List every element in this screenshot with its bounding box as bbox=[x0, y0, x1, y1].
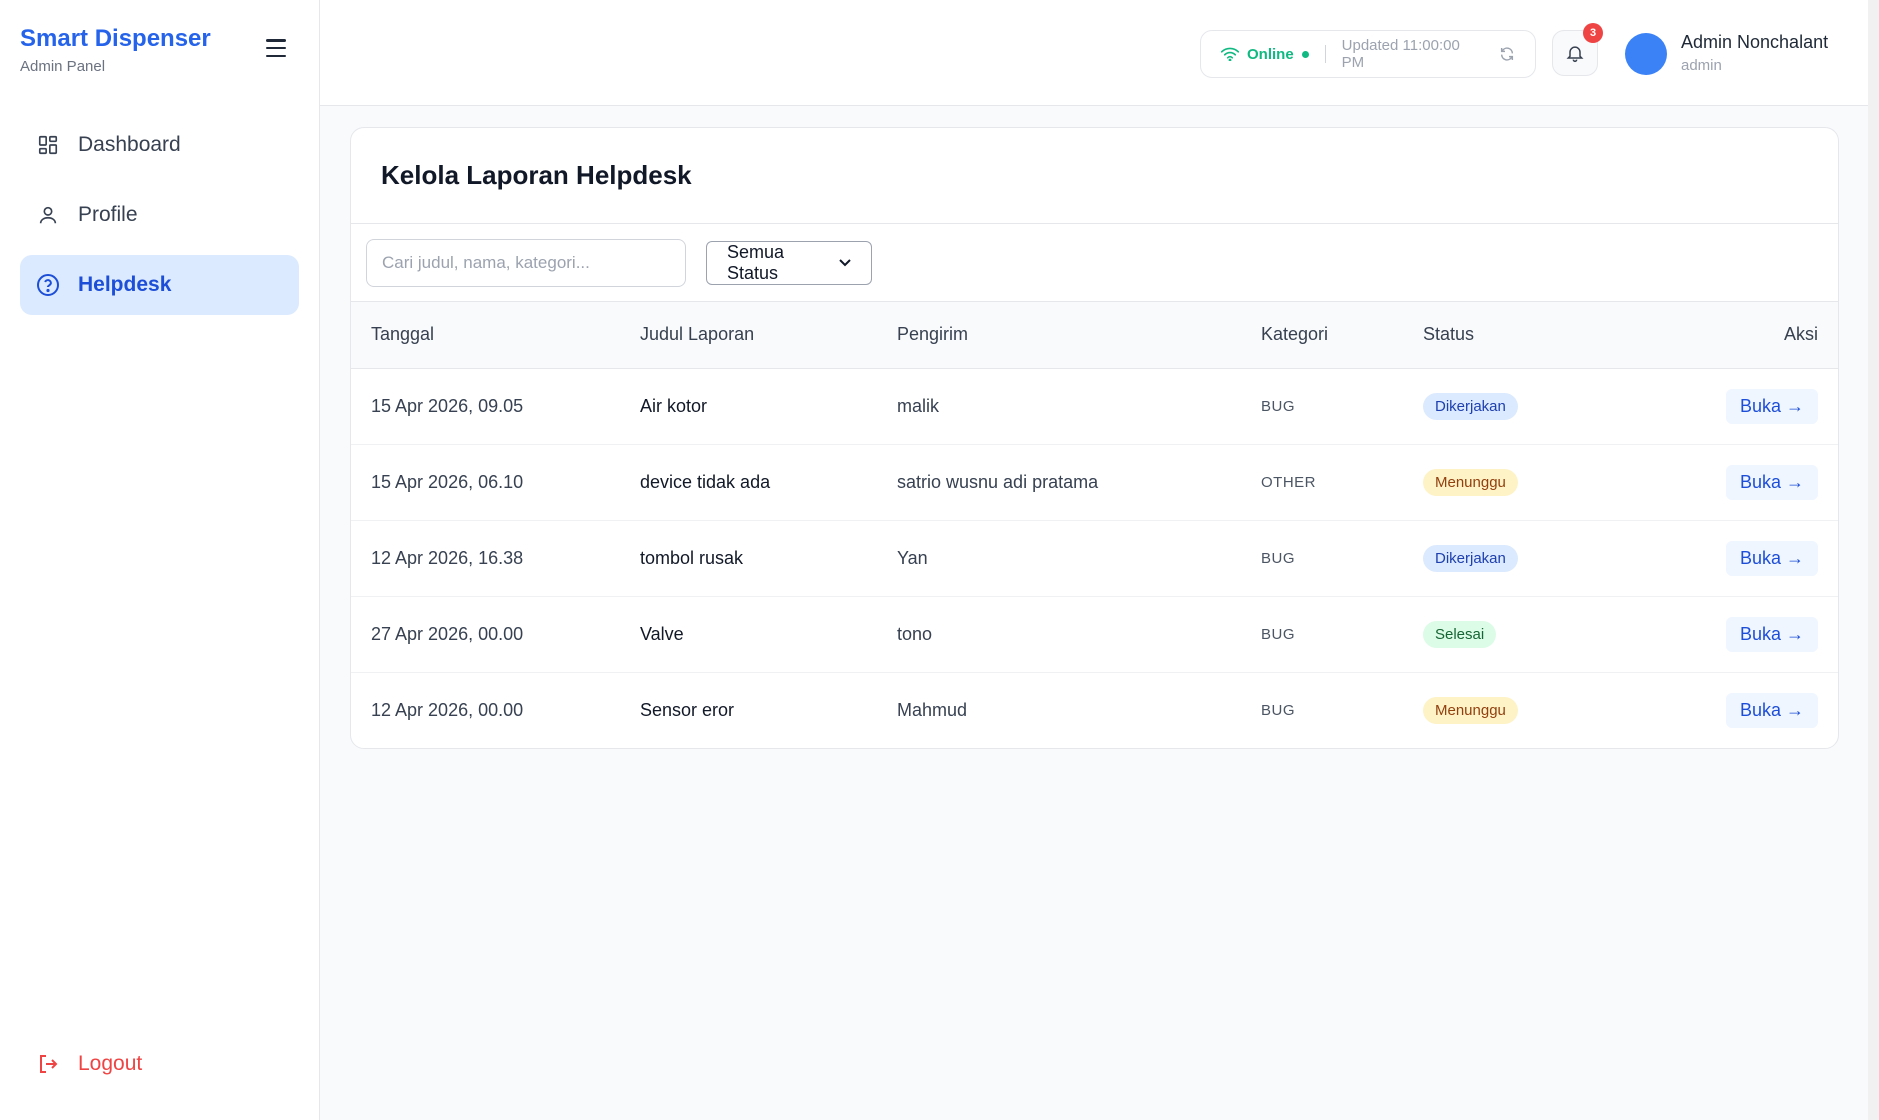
search-input[interactable] bbox=[366, 238, 686, 287]
brand-subtitle: Admin Panel bbox=[20, 58, 106, 75]
user-name: Admin Nonchalant bbox=[1681, 32, 1829, 52]
cell-title: tombol rusak bbox=[640, 547, 744, 568]
cell-sender: malik bbox=[897, 395, 940, 416]
top-header: Online Updated 11:00:00 PM 3 Admin Nonch… bbox=[320, 0, 1879, 106]
table-header-row: Tanggal Judul Laporan Pengirim Kategori … bbox=[351, 302, 1838, 368]
open-report-button[interactable]: Buka → bbox=[1725, 464, 1818, 500]
brand-title: Smart Dispenser bbox=[20, 25, 211, 52]
brand: Smart Dispenser Admin Panel bbox=[20, 24, 211, 75]
status-badge: Dikerjakan bbox=[1423, 392, 1518, 420]
online-dot bbox=[1301, 50, 1309, 58]
sidebar-item-helpdesk[interactable]: Helpdesk bbox=[20, 255, 299, 315]
column-header-status[interactable]: Status bbox=[1423, 302, 1613, 368]
helpdesk-card: Kelola Laporan Helpdesk Semua Status Tan… bbox=[350, 127, 1839, 749]
cell-title: Valve bbox=[640, 623, 684, 644]
cell-action: Buka → bbox=[1613, 596, 1838, 672]
column-header-sender[interactable]: Pengirim bbox=[897, 302, 1261, 368]
logout-label: Logout bbox=[78, 1052, 143, 1075]
open-report-button[interactable]: Buka → bbox=[1725, 540, 1818, 576]
sidebar-item-label: Dashboard bbox=[78, 133, 181, 156]
table-row[interactable]: 15 Apr 2026, 09.05 Air kotor malik BUG D… bbox=[351, 368, 1838, 444]
cell-sender: tono bbox=[897, 623, 933, 644]
online-label: Online bbox=[1247, 45, 1294, 63]
cell-date: 27 Apr 2026, 00.00 bbox=[371, 623, 524, 644]
status-badge: Menunggu bbox=[1423, 696, 1518, 724]
chevron-down-icon bbox=[839, 258, 851, 267]
scrollbar[interactable] bbox=[1868, 0, 1879, 1120]
page-title: Kelola Laporan Helpdesk bbox=[351, 128, 1838, 224]
table-row[interactable]: 15 Apr 2026, 06.10 device tidak ada satr… bbox=[351, 444, 1838, 520]
column-header-category[interactable]: Kategori bbox=[1261, 302, 1423, 368]
cell-category: BUG bbox=[1261, 625, 1296, 643]
cell-status: Menunggu bbox=[1423, 672, 1613, 748]
notification-count-badge: 3 bbox=[1583, 23, 1603, 43]
cell-status: Dikerjakan bbox=[1423, 520, 1613, 596]
open-report-button[interactable]: Buka → bbox=[1725, 388, 1818, 424]
online-status: Online bbox=[1247, 46, 1309, 63]
divider bbox=[1324, 45, 1326, 63]
cell-action: Buka → bbox=[1613, 520, 1838, 596]
table-row[interactable]: 12 Apr 2026, 16.38 tombol rusak Yan BUG … bbox=[351, 520, 1838, 596]
cell-action: Buka → bbox=[1613, 368, 1838, 444]
updated-time: Updated 11:00:00 PM bbox=[1341, 37, 1460, 71]
sidebar-item-profile[interactable]: Profile bbox=[20, 185, 299, 245]
status-badge: Selesai bbox=[1423, 620, 1497, 648]
menu-toggle-icon[interactable] bbox=[262, 36, 290, 60]
sidebar-nav: Dashboard Profile Helpdesk bbox=[20, 115, 299, 325]
cell-status: Menunggu bbox=[1423, 444, 1613, 520]
user-icon bbox=[36, 203, 60, 227]
status-badge: Menunggu bbox=[1423, 468, 1518, 496]
avatar[interactable] bbox=[1625, 33, 1667, 75]
sidebar-item-label: Helpdesk bbox=[78, 273, 172, 296]
grid-icon bbox=[36, 133, 60, 157]
sidebar-item-label: Profile bbox=[78, 203, 138, 226]
cell-status: Dikerjakan bbox=[1423, 368, 1613, 444]
cell-date: 12 Apr 2026, 00.00 bbox=[371, 699, 524, 720]
cell-sender: satrio wusnu adi pratama bbox=[897, 471, 1099, 492]
filter-bar: Semua Status bbox=[351, 224, 1838, 302]
refresh-icon[interactable] bbox=[1499, 46, 1515, 62]
sidebar: Smart Dispenser Admin Panel Dashboard Pr… bbox=[0, 0, 320, 1120]
column-header-title[interactable]: Judul Laporan bbox=[640, 302, 897, 368]
cell-date: 12 Apr 2026, 16.38 bbox=[371, 547, 524, 568]
cell-action: Buka → bbox=[1613, 444, 1838, 520]
help-circle-icon bbox=[36, 273, 60, 297]
cell-title: Sensor eror bbox=[640, 699, 735, 720]
cell-status: Selesai bbox=[1423, 596, 1613, 672]
cell-title: device tidak ada bbox=[640, 471, 771, 492]
cell-title: Air kotor bbox=[640, 395, 708, 416]
cell-date: 15 Apr 2026, 06.10 bbox=[371, 471, 524, 492]
status-filter-select[interactable]: Semua Status bbox=[706, 240, 872, 285]
column-header-action: Aksi bbox=[1783, 324, 1818, 345]
status-badge: Dikerjakan bbox=[1423, 544, 1518, 572]
cell-sender: Mahmud bbox=[897, 699, 968, 720]
cell-action: Buka → bbox=[1613, 672, 1838, 748]
logout-button[interactable]: Logout bbox=[36, 1052, 142, 1076]
logout-icon bbox=[36, 1052, 60, 1076]
reports-table: Tanggal Judul Laporan Pengirim Kategori … bbox=[351, 302, 1838, 748]
bell-icon bbox=[1565, 43, 1585, 63]
user-role: admin bbox=[1681, 57, 1722, 74]
table-row[interactable]: 27 Apr 2026, 00.00 Valve tono BUG Selesa… bbox=[351, 596, 1838, 672]
status-filter-value: Semua Status bbox=[727, 241, 785, 283]
connection-status: Online Updated 11:00:00 PM bbox=[1200, 30, 1536, 78]
open-report-button[interactable]: Buka → bbox=[1725, 692, 1818, 728]
cell-date: 15 Apr 2026, 09.05 bbox=[371, 395, 524, 416]
column-header-date[interactable]: Tanggal bbox=[351, 302, 640, 368]
cell-category: OTHER bbox=[1261, 473, 1316, 491]
cell-category: BUG bbox=[1261, 701, 1296, 719]
open-report-button[interactable]: Buka → bbox=[1725, 616, 1818, 652]
notifications-button[interactable]: 3 bbox=[1552, 23, 1603, 76]
cell-category: BUG bbox=[1261, 397, 1296, 415]
cell-sender: Yan bbox=[897, 547, 928, 568]
cell-category: BUG bbox=[1261, 549, 1296, 567]
sidebar-item-dashboard[interactable]: Dashboard bbox=[20, 115, 299, 175]
wifi-icon bbox=[1221, 47, 1239, 61]
table-row[interactable]: 12 Apr 2026, 00.00 Sensor eror Mahmud BU… bbox=[351, 672, 1838, 748]
